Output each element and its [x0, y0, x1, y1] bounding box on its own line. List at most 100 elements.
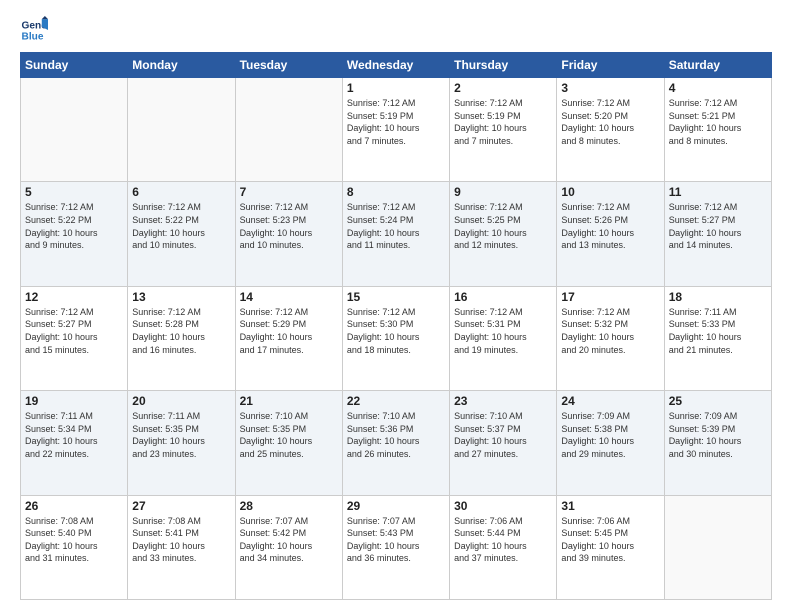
day-info: Sunrise: 7:12 AM Sunset: 5:20 PM Dayligh…: [561, 97, 659, 147]
day-info: Sunrise: 7:12 AM Sunset: 5:32 PM Dayligh…: [561, 306, 659, 356]
calendar-cell: [128, 78, 235, 182]
svg-text:Blue: Blue: [22, 31, 44, 42]
day-info: Sunrise: 7:10 AM Sunset: 5:35 PM Dayligh…: [240, 410, 338, 460]
calendar-cell: 10 Sunrise: 7:12 AM Sunset: 5:26 PM Dayli…: [557, 182, 664, 286]
calendar-cell: 16 Sunrise: 7:12 AM Sunset: 5:31 PM Dayli…: [450, 286, 557, 390]
day-info: Sunrise: 7:12 AM Sunset: 5:23 PM Dayligh…: [240, 201, 338, 251]
day-number: 3: [561, 81, 659, 95]
day-number: 19: [25, 394, 123, 408]
day-info: Sunrise: 7:12 AM Sunset: 5:26 PM Dayligh…: [561, 201, 659, 251]
calendar-cell: 14 Sunrise: 7:12 AM Sunset: 5:29 PM Dayli…: [235, 286, 342, 390]
calendar-cell: 17 Sunrise: 7:12 AM Sunset: 5:32 PM Dayli…: [557, 286, 664, 390]
calendar-cell: 11 Sunrise: 7:12 AM Sunset: 5:27 PM Dayli…: [664, 182, 771, 286]
weekday-header-saturday: Saturday: [664, 53, 771, 78]
calendar-cell: 6Sunrise: 7:12 AM Sunset: 5:22 PM Daylig…: [128, 182, 235, 286]
day-info: Sunrise: 7:11 AM Sunset: 5:35 PM Dayligh…: [132, 410, 230, 460]
calendar-cell: 5Sunrise: 7:12 AM Sunset: 5:22 PM Daylig…: [21, 182, 128, 286]
calendar-cell: [21, 78, 128, 182]
calendar-cell: 30Sunrise: 7:06 AM Sunset: 5:44 PM Dayli…: [450, 495, 557, 599]
calendar-cell: 31 Sunrise: 7:06 AM Sunset: 5:45 PM Dayli…: [557, 495, 664, 599]
calendar-cell: 18Sunrise: 7:11 AM Sunset: 5:33 PM Dayli…: [664, 286, 771, 390]
weekday-header-friday: Friday: [557, 53, 664, 78]
day-number: 20: [132, 394, 230, 408]
calendar-week-row: 19 Sunrise: 7:11 AM Sunset: 5:34 PM Dayli…: [21, 391, 772, 495]
day-number: 10: [561, 185, 659, 199]
day-number: 12: [25, 290, 123, 304]
calendar-cell: 19 Sunrise: 7:11 AM Sunset: 5:34 PM Dayli…: [21, 391, 128, 495]
day-number: 16: [454, 290, 552, 304]
day-info: Sunrise: 7:07 AM Sunset: 5:42 PM Dayligh…: [240, 515, 338, 565]
logo-icon: General Blue: [20, 16, 48, 44]
weekday-header-thursday: Thursday: [450, 53, 557, 78]
day-info: Sunrise: 7:10 AM Sunset: 5:37 PM Dayligh…: [454, 410, 552, 460]
day-info: Sunrise: 7:06 AM Sunset: 5:45 PM Dayligh…: [561, 515, 659, 565]
calendar-week-row: 5Sunrise: 7:12 AM Sunset: 5:22 PM Daylig…: [21, 182, 772, 286]
day-info: Sunrise: 7:12 AM Sunset: 5:19 PM Dayligh…: [347, 97, 445, 147]
day-number: 13: [132, 290, 230, 304]
day-info: Sunrise: 7:12 AM Sunset: 5:27 PM Dayligh…: [669, 201, 767, 251]
calendar-cell: [664, 495, 771, 599]
day-number: 28: [240, 499, 338, 513]
page: General Blue SundayMondayTuesdayWednesda…: [0, 0, 792, 612]
calendar-cell: 12 Sunrise: 7:12 AM Sunset: 5:27 PM Dayli…: [21, 286, 128, 390]
logo: General Blue: [20, 16, 52, 44]
day-number: 22: [347, 394, 445, 408]
calendar-cell: 7 Sunrise: 7:12 AM Sunset: 5:23 PM Daylig…: [235, 182, 342, 286]
day-number: 21: [240, 394, 338, 408]
day-number: 24: [561, 394, 659, 408]
day-number: 31: [561, 499, 659, 513]
weekday-header-wednesday: Wednesday: [342, 53, 449, 78]
day-number: 5: [25, 185, 123, 199]
day-info: Sunrise: 7:12 AM Sunset: 5:30 PM Dayligh…: [347, 306, 445, 356]
day-info: Sunrise: 7:12 AM Sunset: 5:29 PM Dayligh…: [240, 306, 338, 356]
calendar-cell: 15 Sunrise: 7:12 AM Sunset: 5:30 PM Dayli…: [342, 286, 449, 390]
day-info: Sunrise: 7:06 AM Sunset: 5:44 PM Dayligh…: [454, 515, 552, 565]
calendar-cell: 2 Sunrise: 7:12 AM Sunset: 5:19 PM Daylig…: [450, 78, 557, 182]
day-info: Sunrise: 7:12 AM Sunset: 5:21 PM Dayligh…: [669, 97, 767, 147]
calendar-cell: 21 Sunrise: 7:10 AM Sunset: 5:35 PM Dayli…: [235, 391, 342, 495]
day-info: Sunrise: 7:09 AM Sunset: 5:38 PM Dayligh…: [561, 410, 659, 460]
weekday-header-tuesday: Tuesday: [235, 53, 342, 78]
day-number: 14: [240, 290, 338, 304]
day-number: 6: [132, 185, 230, 199]
calendar-week-row: 26 Sunrise: 7:08 AM Sunset: 5:40 PM Dayli…: [21, 495, 772, 599]
day-info: Sunrise: 7:12 AM Sunset: 5:28 PM Dayligh…: [132, 306, 230, 356]
day-number: 2: [454, 81, 552, 95]
calendar-cell: 9 Sunrise: 7:12 AM Sunset: 5:25 PM Daylig…: [450, 182, 557, 286]
day-info: Sunrise: 7:12 AM Sunset: 5:24 PM Dayligh…: [347, 201, 445, 251]
day-info: Sunrise: 7:10 AM Sunset: 5:36 PM Dayligh…: [347, 410, 445, 460]
calendar-cell: 4Sunrise: 7:12 AM Sunset: 5:21 PM Daylig…: [664, 78, 771, 182]
calendar-cell: 13 Sunrise: 7:12 AM Sunset: 5:28 PM Dayli…: [128, 286, 235, 390]
day-number: 15: [347, 290, 445, 304]
day-number: 18: [669, 290, 767, 304]
calendar-cell: 29 Sunrise: 7:07 AM Sunset: 5:43 PM Dayli…: [342, 495, 449, 599]
calendar-cell: 22 Sunrise: 7:10 AM Sunset: 5:36 PM Dayli…: [342, 391, 449, 495]
calendar-week-row: 1Sunrise: 7:12 AM Sunset: 5:19 PM Daylig…: [21, 78, 772, 182]
day-number: 29: [347, 499, 445, 513]
day-number: 9: [454, 185, 552, 199]
calendar-cell: [235, 78, 342, 182]
calendar-cell: 24 Sunrise: 7:09 AM Sunset: 5:38 PM Dayli…: [557, 391, 664, 495]
calendar-cell: 28 Sunrise: 7:07 AM Sunset: 5:42 PM Dayli…: [235, 495, 342, 599]
day-number: 23: [454, 394, 552, 408]
weekday-header-sunday: Sunday: [21, 53, 128, 78]
calendar-cell: 27Sunrise: 7:08 AM Sunset: 5:41 PM Dayli…: [128, 495, 235, 599]
day-info: Sunrise: 7:12 AM Sunset: 5:25 PM Dayligh…: [454, 201, 552, 251]
day-number: 11: [669, 185, 767, 199]
calendar-cell: 3 Sunrise: 7:12 AM Sunset: 5:20 PM Daylig…: [557, 78, 664, 182]
calendar-cell: 25Sunrise: 7:09 AM Sunset: 5:39 PM Dayli…: [664, 391, 771, 495]
day-info: Sunrise: 7:09 AM Sunset: 5:39 PM Dayligh…: [669, 410, 767, 460]
day-info: Sunrise: 7:12 AM Sunset: 5:19 PM Dayligh…: [454, 97, 552, 147]
day-number: 7: [240, 185, 338, 199]
day-number: 26: [25, 499, 123, 513]
calendar-header-row: SundayMondayTuesdayWednesdayThursdayFrid…: [21, 53, 772, 78]
day-info: Sunrise: 7:11 AM Sunset: 5:34 PM Dayligh…: [25, 410, 123, 460]
calendar-cell: 8Sunrise: 7:12 AM Sunset: 5:24 PM Daylig…: [342, 182, 449, 286]
day-number: 17: [561, 290, 659, 304]
day-info: Sunrise: 7:08 AM Sunset: 5:40 PM Dayligh…: [25, 515, 123, 565]
calendar-cell: 23 Sunrise: 7:10 AM Sunset: 5:37 PM Dayli…: [450, 391, 557, 495]
day-info: Sunrise: 7:07 AM Sunset: 5:43 PM Dayligh…: [347, 515, 445, 565]
day-info: Sunrise: 7:12 AM Sunset: 5:27 PM Dayligh…: [25, 306, 123, 356]
day-info: Sunrise: 7:12 AM Sunset: 5:31 PM Dayligh…: [454, 306, 552, 356]
calendar-week-row: 12 Sunrise: 7:12 AM Sunset: 5:27 PM Dayli…: [21, 286, 772, 390]
